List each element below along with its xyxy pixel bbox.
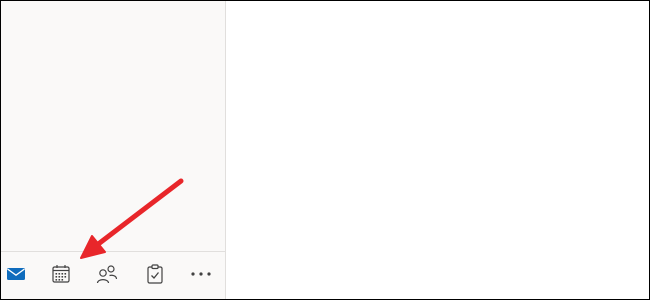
people-icon — [96, 265, 118, 284]
reading-pane — [226, 1, 649, 299]
tasks-module-button[interactable] — [143, 263, 167, 285]
folder-pane — [1, 1, 226, 299]
app-window — [0, 0, 650, 300]
calendar-module-button[interactable] — [49, 263, 73, 285]
mail-icon — [7, 268, 25, 280]
more-modules-button[interactable] — [189, 263, 213, 285]
mail-module-button[interactable] — [4, 263, 28, 285]
clipboard-check-icon — [147, 264, 163, 284]
module-switcher-bar — [1, 251, 225, 292]
people-module-button[interactable] — [95, 263, 119, 285]
more-horizontal-icon — [191, 272, 211, 276]
calendar-icon — [52, 265, 70, 283]
